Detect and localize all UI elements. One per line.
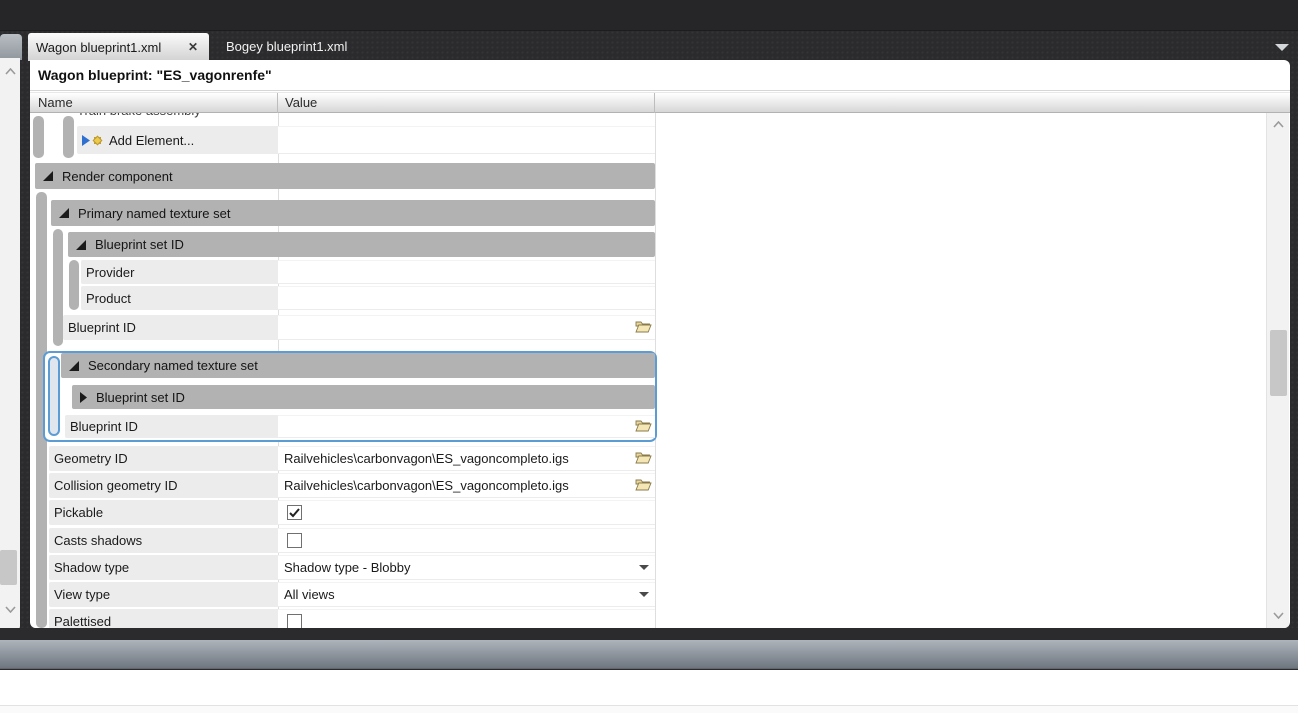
collision-geometry-id-value[interactable]: Railvehicles\carbonvagon\ES_vagoncomplet… xyxy=(278,473,655,498)
casts-shadows-value[interactable] xyxy=(278,528,655,553)
scroll-down-icon[interactable] xyxy=(0,606,20,613)
new-element-star-icon xyxy=(92,135,103,145)
browse-folder-icon[interactable] xyxy=(635,450,652,467)
expander-expanded-icon[interactable] xyxy=(76,239,86,250)
scrollbar-thumb[interactable] xyxy=(1270,330,1287,396)
bottom-gradient-band xyxy=(0,640,1298,669)
column-name: Name xyxy=(38,95,73,110)
row-palettised[interactable]: Palettised xyxy=(49,609,278,628)
group-secondary-named-texture-set[interactable]: Secondary named texture set xyxy=(61,353,655,378)
title-divider xyxy=(30,90,1290,91)
scroll-down-icon[interactable] xyxy=(1267,612,1289,619)
row-geometry-id[interactable]: Geometry ID xyxy=(49,446,278,471)
row-shadow-type[interactable]: Shadow type xyxy=(49,555,278,580)
tab-label: Wagon blueprint1.xml xyxy=(36,39,162,55)
casts-shadows-checkbox-unchecked[interactable] xyxy=(287,533,302,548)
left-panel-scrollbar[interactable] xyxy=(0,58,20,632)
group-blueprint-set-id[interactable]: Blueprint set ID xyxy=(68,232,655,257)
dropdown-arrow-icon[interactable] xyxy=(639,592,649,597)
panel-corner-block xyxy=(0,34,22,60)
expander-expanded-icon[interactable] xyxy=(59,208,69,218)
scroll-up-icon[interactable] xyxy=(1267,121,1289,128)
blueprint-id-value[interactable] xyxy=(278,415,655,438)
pickable-checkbox-checked[interactable] xyxy=(287,505,302,520)
add-element-row[interactable]: Add Element... xyxy=(77,126,278,154)
row-view-type[interactable]: View type xyxy=(49,582,278,607)
browse-folder-icon[interactable] xyxy=(635,319,652,336)
row-pickable[interactable]: Pickable xyxy=(49,500,278,525)
indent-pillar xyxy=(63,116,74,158)
expander-expanded-icon[interactable] xyxy=(43,171,53,181)
view-type-dropdown[interactable]: All views xyxy=(278,582,655,607)
indent-pillar xyxy=(69,260,79,310)
row-blueprint-id[interactable]: Blueprint ID xyxy=(63,315,278,340)
indent-pillar xyxy=(33,116,44,158)
scroll-up-icon[interactable] xyxy=(0,68,20,75)
row-product[interactable]: Product xyxy=(81,286,278,310)
scrollbar-thumb[interactable] xyxy=(0,550,17,585)
row-blueprint-id[interactable]: Blueprint ID xyxy=(65,415,278,438)
bottom-status-strip xyxy=(0,705,1298,713)
blueprint-id-value[interactable] xyxy=(278,315,655,340)
blueprint-editor-window: Wagon blueprint1.xml ✕ Bogey blueprint1.… xyxy=(0,0,1298,713)
page-title: Wagon blueprint: "ES_vagonrenfe" xyxy=(38,67,272,83)
tab-wagon-blueprint[interactable]: Wagon blueprint1.xml ✕ xyxy=(28,33,209,61)
row-collision-geometry-id[interactable]: Collision geometry ID xyxy=(49,473,278,498)
row-casts-shadows[interactable]: Casts shadows xyxy=(49,528,278,553)
row-provider[interactable]: Provider xyxy=(81,260,278,284)
dropdown-arrow-icon[interactable] xyxy=(639,565,649,570)
pickable-value[interactable] xyxy=(278,500,655,525)
expander-expanded-icon[interactable] xyxy=(69,360,79,371)
tab-bogey-blueprint[interactable]: Bogey blueprint1.xml xyxy=(218,33,355,60)
grid-column-header: Name Value xyxy=(30,92,1290,114)
property-grid: Train brake assembly Add Element... Rend… xyxy=(31,113,1265,628)
add-element-icon xyxy=(82,134,103,146)
tab-overflow-chevron-icon[interactable] xyxy=(1275,44,1289,51)
clipped-group-header[interactable]: Train brake assembly xyxy=(77,113,337,123)
shadow-type-dropdown[interactable]: Shadow type - Blobby xyxy=(278,555,655,580)
group-primary-named-texture-set[interactable]: Primary named texture set xyxy=(51,200,655,226)
expander-collapsed-icon[interactable] xyxy=(80,391,87,403)
column-divider[interactable] xyxy=(277,93,278,114)
value-cell[interactable] xyxy=(278,126,655,154)
group-render-component[interactable]: Render component xyxy=(35,163,655,189)
browse-folder-icon[interactable] xyxy=(635,477,652,494)
column-divider[interactable] xyxy=(654,93,655,114)
geometry-id-value[interactable]: Railvehicles\carbonvagon\ES_vagoncomplet… xyxy=(278,446,655,471)
tab-label: Bogey blueprint1.xml xyxy=(226,39,348,54)
grid-vertical-scrollbar[interactable] xyxy=(1266,113,1289,628)
window-top-band xyxy=(0,0,1298,31)
bottom-dark-band xyxy=(0,628,1298,640)
palettised-value[interactable] xyxy=(278,609,655,628)
close-tab-icon[interactable]: ✕ xyxy=(185,39,201,55)
browse-folder-icon[interactable] xyxy=(635,418,652,435)
indent-pillar xyxy=(53,229,63,346)
group-blueprint-set-id-2[interactable]: Blueprint set ID xyxy=(72,385,655,409)
provider-value[interactable] xyxy=(278,260,655,284)
blueprint-property-panel: Wagon blueprint: "ES_vagonrenfe" Name Va… xyxy=(30,60,1290,628)
palettised-checkbox-unchecked[interactable] xyxy=(287,614,302,628)
product-value[interactable] xyxy=(278,286,655,310)
selected-indent-pillar xyxy=(48,356,60,436)
column-value: Value xyxy=(285,95,318,110)
